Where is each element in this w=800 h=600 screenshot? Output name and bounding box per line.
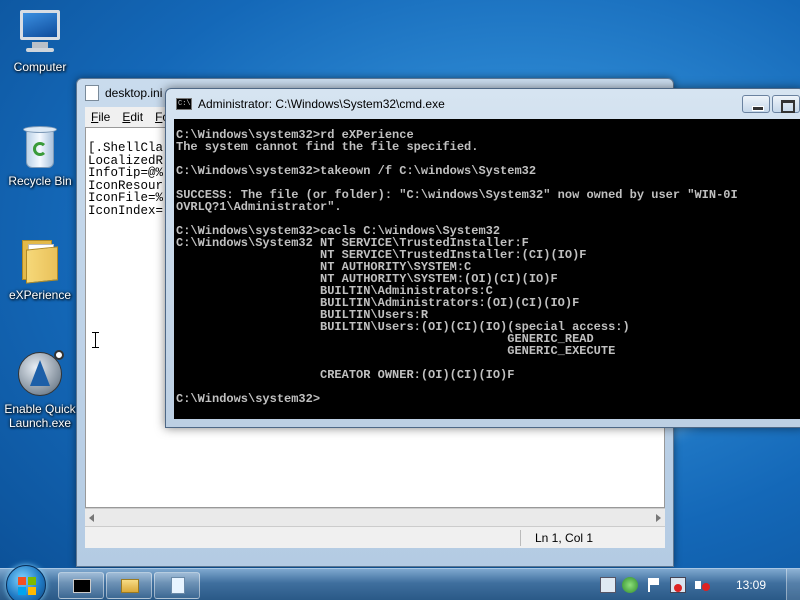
desktop-icon-computer[interactable]: Computer bbox=[0, 8, 80, 74]
folder-icon bbox=[16, 236, 64, 284]
quick-launch-icon bbox=[16, 350, 64, 398]
show-desktop-button[interactable] bbox=[786, 569, 800, 600]
cmd-icon bbox=[73, 579, 91, 593]
horizontal-scrollbar[interactable] bbox=[85, 508, 665, 526]
cursor-position: Ln 1, Col 1 bbox=[535, 531, 594, 545]
status-divider bbox=[520, 530, 521, 546]
desktop-icon-label: Enable Quick Launch.exe bbox=[4, 402, 76, 430]
flag-icon[interactable] bbox=[646, 577, 662, 593]
taskbar-clock[interactable]: 13:09 bbox=[736, 578, 766, 592]
taskbar-button-explorer[interactable] bbox=[106, 572, 152, 599]
scroll-left-icon[interactable] bbox=[89, 514, 94, 522]
desktop-icon-experience[interactable]: eXPerience bbox=[0, 236, 80, 302]
notepad-icon bbox=[171, 577, 185, 594]
desktop-icon-recycle-bin[interactable]: Recycle Bin bbox=[0, 122, 80, 188]
ibeam-cursor-icon bbox=[92, 332, 100, 348]
desktop-icon-label: Computer bbox=[13, 60, 67, 74]
desktop-icon-label: eXPerience bbox=[8, 288, 72, 302]
taskbar: 13:09 bbox=[0, 565, 800, 600]
menu-edit[interactable]: Edit bbox=[116, 110, 149, 124]
cmd-window[interactable]: C:\ Administrator: C:\Windows\System32\c… bbox=[165, 88, 800, 428]
notepad-icon bbox=[85, 85, 99, 101]
desktop-icon-enable-quick-launch[interactable]: Enable Quick Launch.exe bbox=[0, 350, 80, 430]
cmd-icon: C:\ bbox=[176, 98, 192, 110]
network-icon[interactable] bbox=[622, 577, 638, 593]
notepad-statusbar: Ln 1, Col 1 bbox=[85, 526, 665, 548]
action-center-icon[interactable] bbox=[600, 577, 616, 593]
explorer-icon bbox=[121, 579, 139, 593]
menu-file[interactable]: File bbox=[85, 110, 116, 124]
notepad-title: desktop.ini bbox=[105, 86, 163, 100]
maximize-button[interactable] bbox=[772, 95, 800, 113]
scroll-right-icon[interactable] bbox=[656, 514, 661, 522]
cmd-title: Administrator: C:\Windows\System32\cmd.e… bbox=[198, 97, 445, 111]
display-icon[interactable] bbox=[670, 577, 686, 593]
cmd-titlebar[interactable]: C:\ Administrator: C:\Windows\System32\c… bbox=[166, 89, 800, 119]
taskbar-button-cmd[interactable] bbox=[58, 572, 104, 599]
console-output[interactable]: C:\Windows\system32>rd eXPerience The sy… bbox=[174, 119, 800, 419]
minimize-button[interactable] bbox=[742, 95, 770, 113]
recycle-bin-icon bbox=[16, 122, 64, 170]
desktop-icon-label: Recycle Bin bbox=[8, 174, 72, 188]
windows-logo-icon bbox=[18, 577, 36, 595]
taskbar-button-notepad[interactable] bbox=[154, 572, 200, 599]
start-button[interactable] bbox=[6, 565, 46, 600]
volume-muted-icon[interactable] bbox=[694, 577, 710, 593]
computer-icon bbox=[16, 8, 64, 56]
window-controls bbox=[742, 95, 800, 113]
